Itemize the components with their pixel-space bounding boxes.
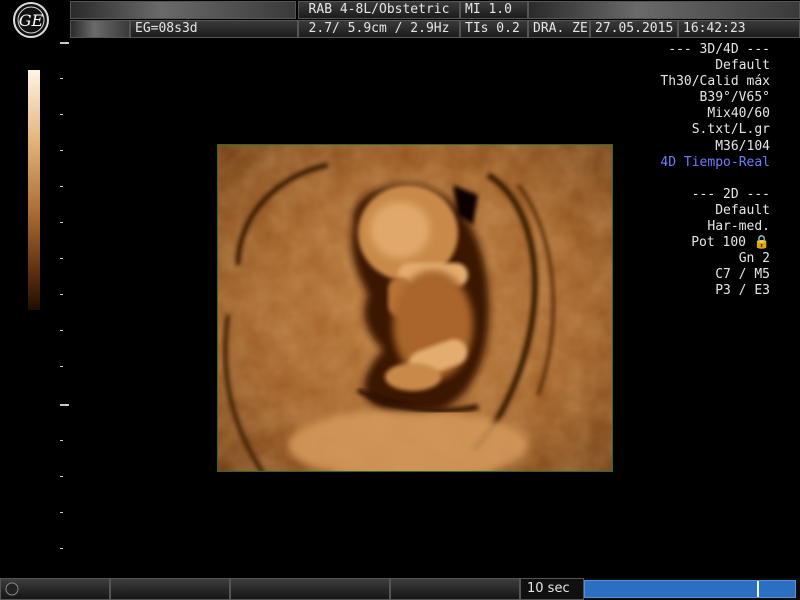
param-p-e: P3 / E3 [715,283,770,299]
gestational-age: EG=08s3d [130,20,298,38]
depth-tick [60,150,63,151]
param-harmonic: Har-med. [707,218,770,234]
svg-text:GE: GE [19,11,44,30]
depth-tick [60,78,63,79]
param-3d4d-title: --- 3D/4D --- [668,42,770,57]
exam-date: 27.05.2015 [590,20,678,38]
param-m: M36/104 [715,138,770,154]
ge-logo-icon: GE [13,2,49,38]
tis-index: TIs 0.2 [460,20,528,38]
depth-tick [60,222,63,223]
status-header: GE EG=08s3d RAB 4-8L/Obstetric 2.7/ 5.9c… [0,0,800,40]
footer-bar: 10 sec [0,578,800,600]
param-mix: Mix40/60 [707,106,770,122]
footer-button-4[interactable] [390,578,520,600]
depth-tick [60,186,63,187]
mi-index: MI 1.0 [460,1,528,19]
depth-tick [60,366,63,367]
param-gain: Gn 2 [738,251,770,267]
fetus-render-image [218,145,612,471]
depth-tick [60,548,63,549]
depth-tick [60,294,63,295]
param-threshold-quality: Th30/Calid máx [660,74,770,90]
operator-name: DRA. ZE [528,20,590,38]
footer-button-3[interactable] [230,578,390,600]
patient-name-field [70,1,296,19]
param-3d-preset: Default [715,58,770,74]
probe-application: RAB 4-8L/Obstetric [298,1,460,19]
depth-tick [60,404,69,406]
acquisition-parameters: --- 3D/4D --- Default Th30/Calid máx B39… [660,42,770,299]
footer-button-2[interactable] [110,578,230,600]
depth-tick [60,440,63,441]
depth-tick [60,512,63,513]
depth-tick [60,114,63,115]
cine-position-marker[interactable] [757,581,759,597]
param-spacer [660,171,770,187]
param-power: Pot 100 🔒 [691,235,770,251]
depth-tick [60,476,63,477]
cine-duration-label: 10 sec [520,578,584,600]
depth-tick [60,258,63,259]
param-4d-realtime: 4D Tiempo-Real [660,154,770,170]
ultrasound-3d-render[interactable] [217,144,613,472]
param-c-m: C7 / M5 [715,267,770,283]
depth-tick [60,42,69,44]
hospital-field [528,1,800,19]
depth-frequency: 2.7/ 5.9cm / 2.9Hz [298,20,460,38]
color-scale-bar [28,70,40,310]
param-volume-angle: B39°/V65° [699,90,770,106]
param-texture: S.txt/L.gr [691,122,770,138]
param-2d-title: --- 2D --- [691,186,770,202]
circle-icon [5,582,19,596]
depth-tick [60,330,63,331]
param-2d-preset: Default [715,202,770,218]
footer-button-1[interactable] [0,578,110,600]
patient-id-field [70,20,130,38]
exam-time: 16:42:23 [678,20,800,38]
cine-loop-bar[interactable] [584,580,796,598]
